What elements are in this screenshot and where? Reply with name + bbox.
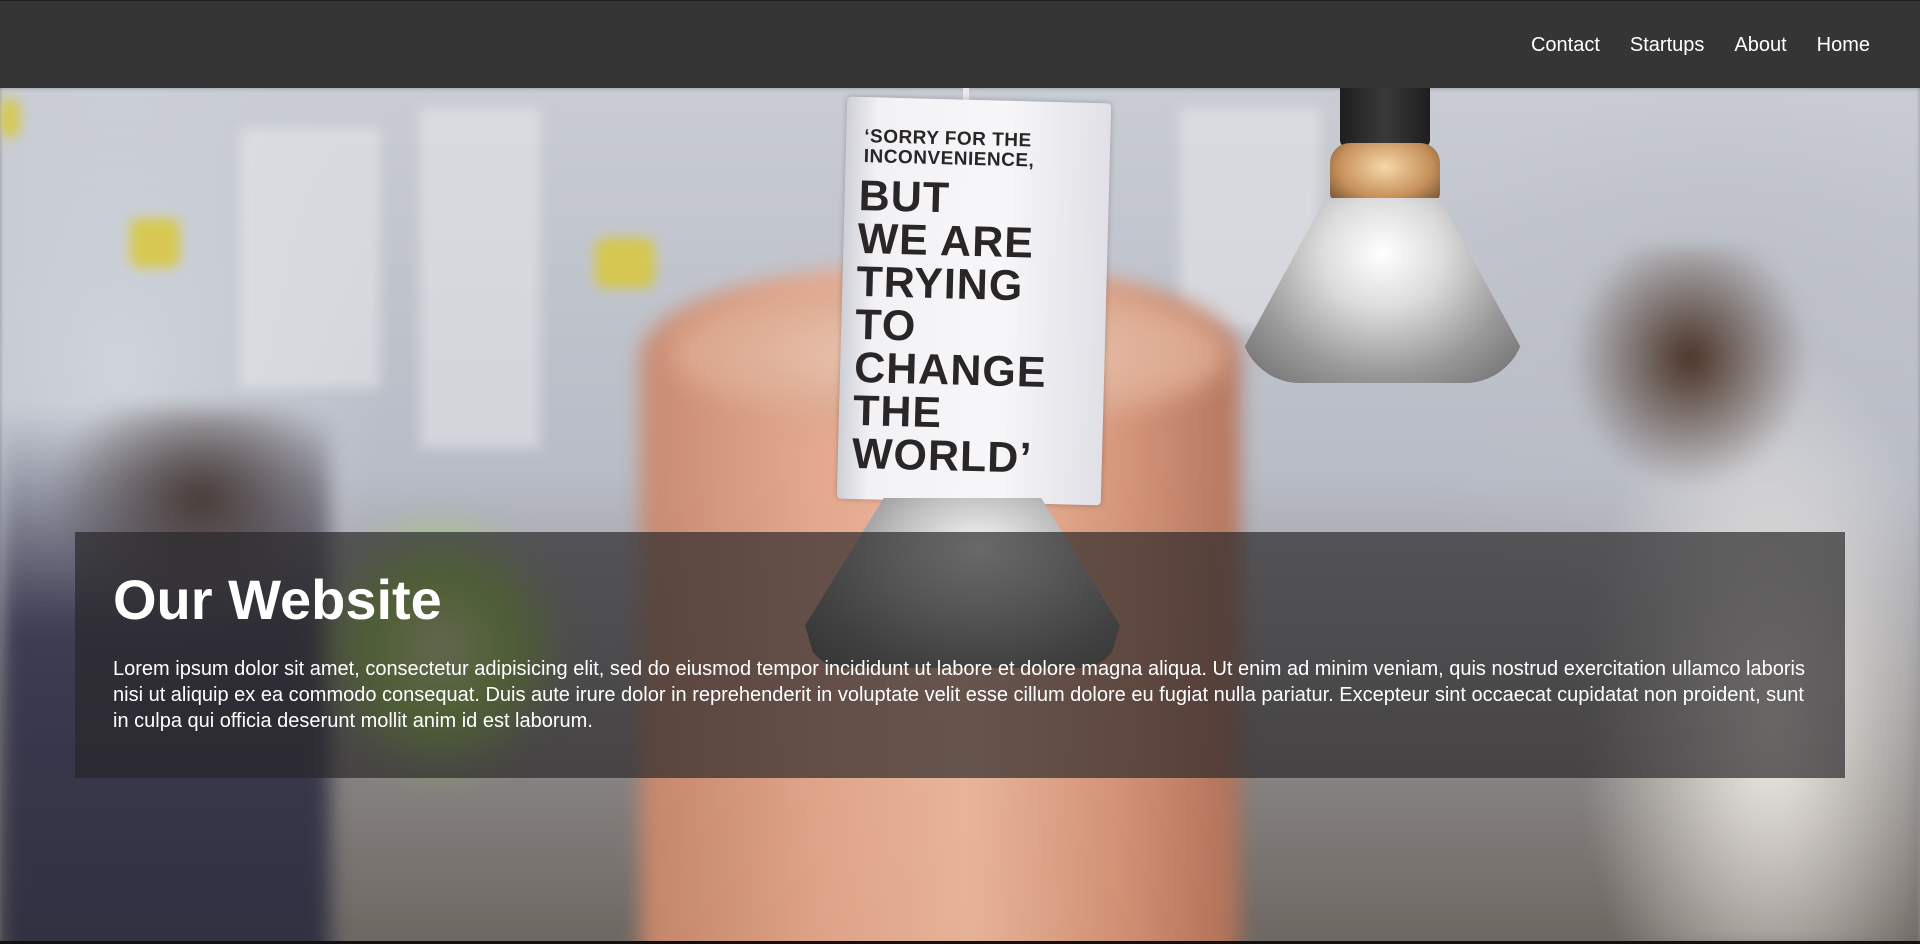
sign-big-text: BUT WE ARE TRYING TO CHANGE THE WORLD’ (851, 171, 1048, 483)
nav-about-link[interactable]: About (1734, 34, 1786, 57)
nav-contact-link[interactable]: Contact (1531, 34, 1600, 57)
main-nav: Contact Startups About Home (1501, 1, 1870, 89)
caption-paragraph: Lorem ipsum dolor sit amet, consectetur … (113, 658, 1805, 732)
top-navbar: Contact Startups About Home (0, 0, 1920, 88)
hanging-sign: ‘SORRY FOR THE INCONVENIENCE, BUT WE ARE… (836, 96, 1112, 506)
hero-caption-box: Our Website Lorem ipsum dolor sit amet, … (75, 532, 1845, 778)
bulb-socket (1340, 88, 1430, 148)
sticky-note (595, 238, 655, 288)
bulb-neck (1330, 143, 1440, 203)
wall-poster (240, 128, 380, 388)
page-title: Our Website (113, 568, 442, 631)
hero-banner: ‘SORRY FOR THE INCONVENIENCE, BUT WE ARE… (0, 88, 1920, 944)
sticky-note (130, 218, 180, 268)
sign-small-text: ‘SORRY FOR THE INCONVENIENCE, (863, 126, 1035, 172)
wall-poster (420, 108, 540, 448)
sticky-note (0, 98, 20, 138)
nav-startups-link[interactable]: Startups (1630, 34, 1704, 57)
nav-home-link[interactable]: Home (1817, 34, 1870, 57)
